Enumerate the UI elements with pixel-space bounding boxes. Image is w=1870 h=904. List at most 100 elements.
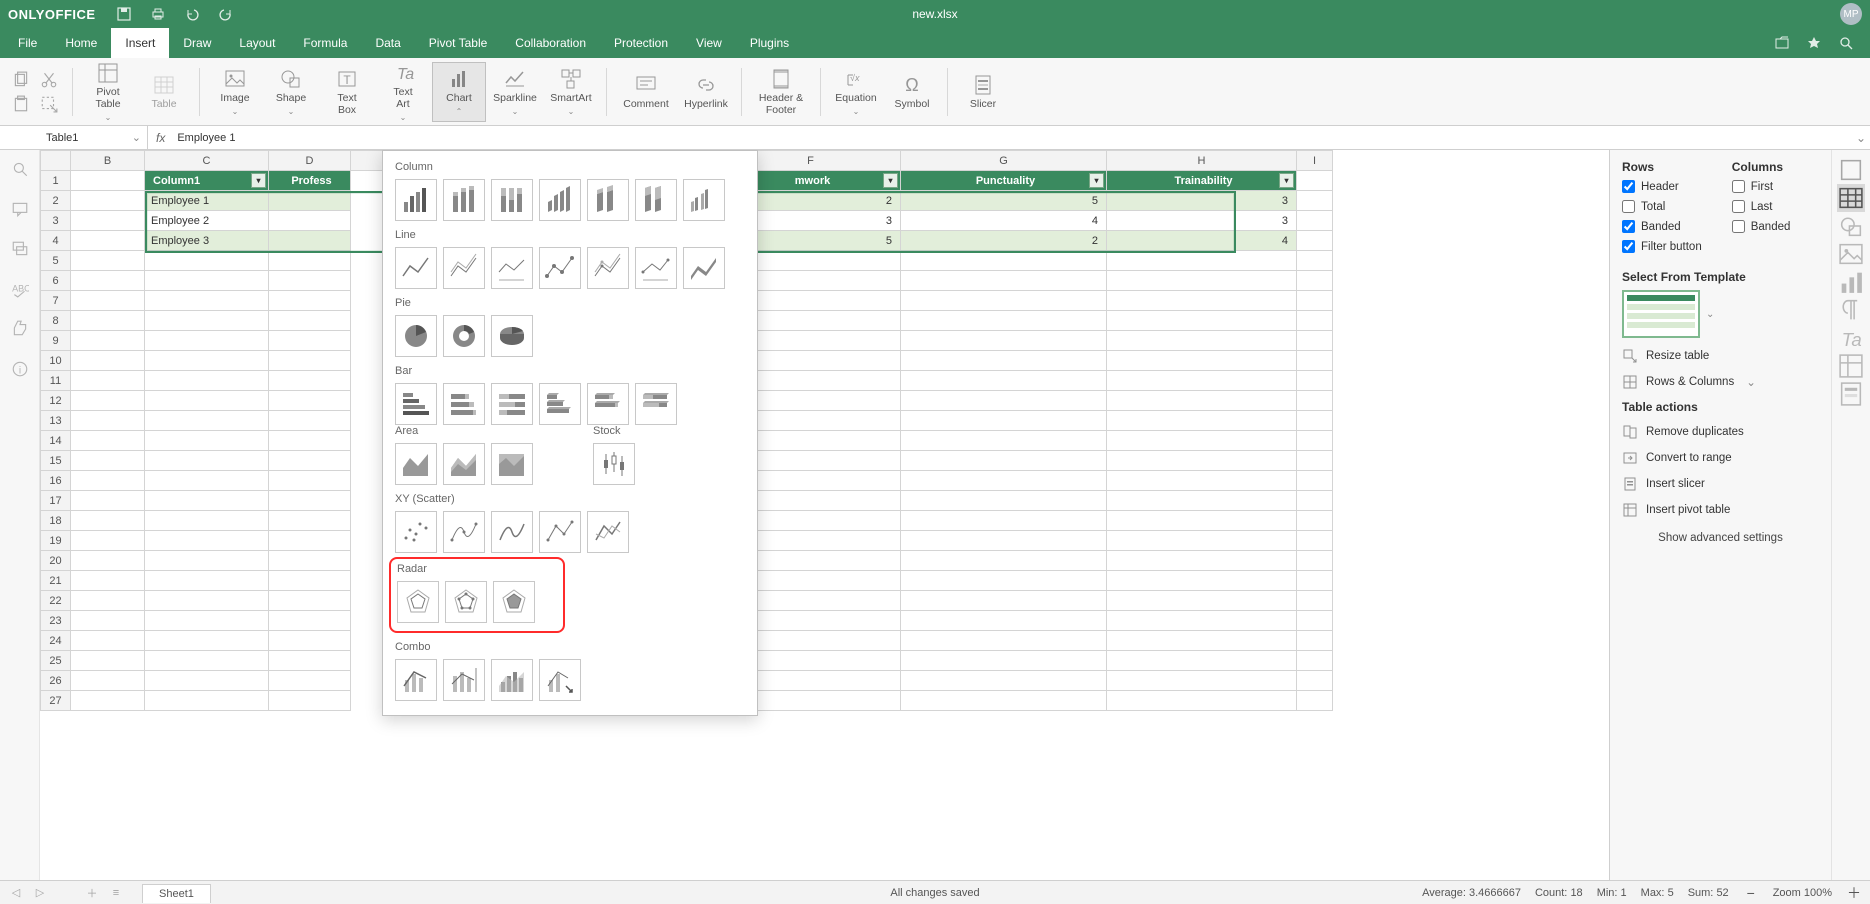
paste-icon[interactable] [12, 95, 30, 113]
sheet-nav-prev-icon[interactable]: ◁ [8, 886, 24, 899]
table-cell[interactable]: 3 [1107, 211, 1297, 231]
name-box[interactable]: Table1 [40, 126, 148, 149]
table-cell[interactable]: 5 [901, 191, 1107, 211]
row-header[interactable]: 3 [41, 211, 71, 231]
paragraph-settings-icon[interactable] [1837, 296, 1865, 324]
chart-button[interactable]: Chart⌃ [432, 62, 486, 122]
chart-line-3d[interactable] [683, 247, 725, 289]
user-avatar[interactable]: MP [1840, 3, 1862, 25]
textart-settings-icon[interactable]: Ta [1837, 324, 1865, 352]
chart-column-100stacked[interactable] [491, 179, 533, 221]
feedback-icon[interactable] [11, 320, 29, 338]
sheet-tab[interactable]: Sheet1 [142, 884, 211, 903]
sheet-list-icon[interactable]: ≡ [108, 887, 124, 899]
hyperlink-button[interactable]: Hyperlink [679, 62, 733, 122]
banded-rows-checkbox[interactable]: Banded [1622, 220, 1702, 233]
rows-columns-action[interactable]: Rows & Columns ⌄ [1622, 374, 1819, 390]
zoom-out-button[interactable]: − [1743, 885, 1759, 901]
tab-view[interactable]: View [682, 28, 736, 58]
tab-data[interactable]: Data [361, 28, 414, 58]
table-settings-icon[interactable] [1837, 184, 1865, 212]
chart-settings-icon[interactable] [1837, 268, 1865, 296]
chart-combo-3[interactable] [491, 659, 533, 701]
chart-column-clustered[interactable] [395, 179, 437, 221]
table-cell[interactable]: Employee 1 [145, 191, 269, 211]
sheet-nav-next-icon[interactable]: ▷ [32, 886, 48, 899]
add-sheet-icon[interactable]: ＋ [84, 885, 100, 901]
table-cell[interactable]: 2 [901, 231, 1107, 251]
zoom-in-button[interactable]: ＋ [1846, 885, 1862, 901]
chart-pie-3d[interactable] [491, 315, 533, 357]
table-cell[interactable] [269, 191, 351, 211]
chart-scatter-smooth[interactable] [491, 511, 533, 553]
search-panel-icon[interactable] [11, 160, 29, 178]
chart-area-100[interactable] [491, 443, 533, 485]
header-checkbox[interactable]: Header [1622, 180, 1702, 193]
chart-line-100-markers[interactable] [635, 247, 677, 289]
resize-table-action[interactable]: Resize table [1622, 348, 1819, 364]
search-icon[interactable] [1838, 35, 1854, 51]
first-column-checkbox[interactable]: First [1732, 180, 1791, 193]
col-header[interactable]: D [269, 151, 351, 171]
equation-button[interactable]: √xEquation⌄ [829, 62, 883, 122]
table-cell[interactable] [269, 211, 351, 231]
insert-slicer-action[interactable]: Insert slicer [1622, 476, 1819, 492]
chart-radar-markers[interactable] [445, 581, 487, 623]
tab-home[interactable]: Home [51, 28, 111, 58]
shape-button[interactable]: Shape⌄ [264, 62, 318, 122]
chart-area[interactable] [395, 443, 437, 485]
chart-bar-3d[interactable] [539, 383, 581, 425]
filter-button-checkbox[interactable]: Filter button [1622, 240, 1702, 253]
chart-scatter-smooth-markers[interactable] [443, 511, 485, 553]
favorite-icon[interactable] [1806, 35, 1822, 51]
chart-area-stacked[interactable] [443, 443, 485, 485]
select-icon[interactable] [40, 95, 58, 113]
tab-insert[interactable]: Insert [111, 28, 169, 58]
save-icon[interactable] [116, 6, 132, 22]
comment-button[interactable]: Comment [615, 62, 677, 122]
select-all-corner[interactable] [41, 151, 71, 171]
filter-dropdown-icon[interactable]: ▾ [1089, 173, 1104, 188]
tab-plugins[interactable]: Plugins [736, 28, 803, 58]
table-header[interactable]: Column1▾ [145, 171, 269, 191]
chart-bar-3d-stacked[interactable] [587, 383, 629, 425]
smartart-button[interactable]: SmartArt⌄ [544, 62, 598, 122]
cell-settings-icon[interactable] [1837, 156, 1865, 184]
chart-column-stacked[interactable] [443, 179, 485, 221]
pivot-settings-icon[interactable] [1837, 352, 1865, 380]
chart-bar-100[interactable] [491, 383, 533, 425]
col-header[interactable]: C [145, 151, 269, 171]
banded-columns-checkbox[interactable]: Banded [1732, 220, 1791, 233]
advanced-settings-link[interactable]: Show advanced settings [1622, 532, 1819, 544]
chart-line-stacked-markers[interactable] [587, 247, 629, 289]
insert-pivot-action[interactable]: Insert pivot table [1622, 502, 1819, 518]
convert-to-range-action[interactable]: Convert to range [1622, 450, 1819, 466]
chart-scatter-lines[interactable] [587, 511, 629, 553]
row-header[interactable]: 4 [41, 231, 71, 251]
chart-combo-1[interactable] [395, 659, 437, 701]
template-selector[interactable]: ⌄ [1622, 290, 1819, 338]
chart-bar-3d-100[interactable] [635, 383, 677, 425]
row-header[interactable]: 1 [41, 171, 71, 191]
filter-dropdown-icon[interactable]: ▾ [883, 173, 898, 188]
chart-line[interactable] [395, 247, 437, 289]
col-header[interactable]: I [1297, 151, 1333, 171]
header-footer-button[interactable]: Header &Footer [750, 62, 812, 122]
total-checkbox[interactable]: Total [1622, 200, 1702, 213]
chart-scatter-lines-markers[interactable] [539, 511, 581, 553]
open-location-icon[interactable] [1774, 35, 1790, 51]
chart-column-3d-100[interactable] [635, 179, 677, 221]
tab-formula[interactable]: Formula [289, 28, 361, 58]
table-cell[interactable]: 4 [1107, 231, 1297, 251]
tab-collaboration[interactable]: Collaboration [501, 28, 600, 58]
print-icon[interactable] [150, 6, 166, 22]
slicer-settings-icon[interactable] [1837, 380, 1865, 408]
chart-bar-clustered[interactable] [395, 383, 437, 425]
chart-column-3d-stacked[interactable] [587, 179, 629, 221]
chart-doughnut[interactable] [443, 315, 485, 357]
tab-protection[interactable]: Protection [600, 28, 682, 58]
chart-column-3d[interactable] [539, 179, 581, 221]
chart-bar-stacked[interactable] [443, 383, 485, 425]
chart-column-3d-clustered[interactable] [683, 179, 725, 221]
chart-pie[interactable] [395, 315, 437, 357]
